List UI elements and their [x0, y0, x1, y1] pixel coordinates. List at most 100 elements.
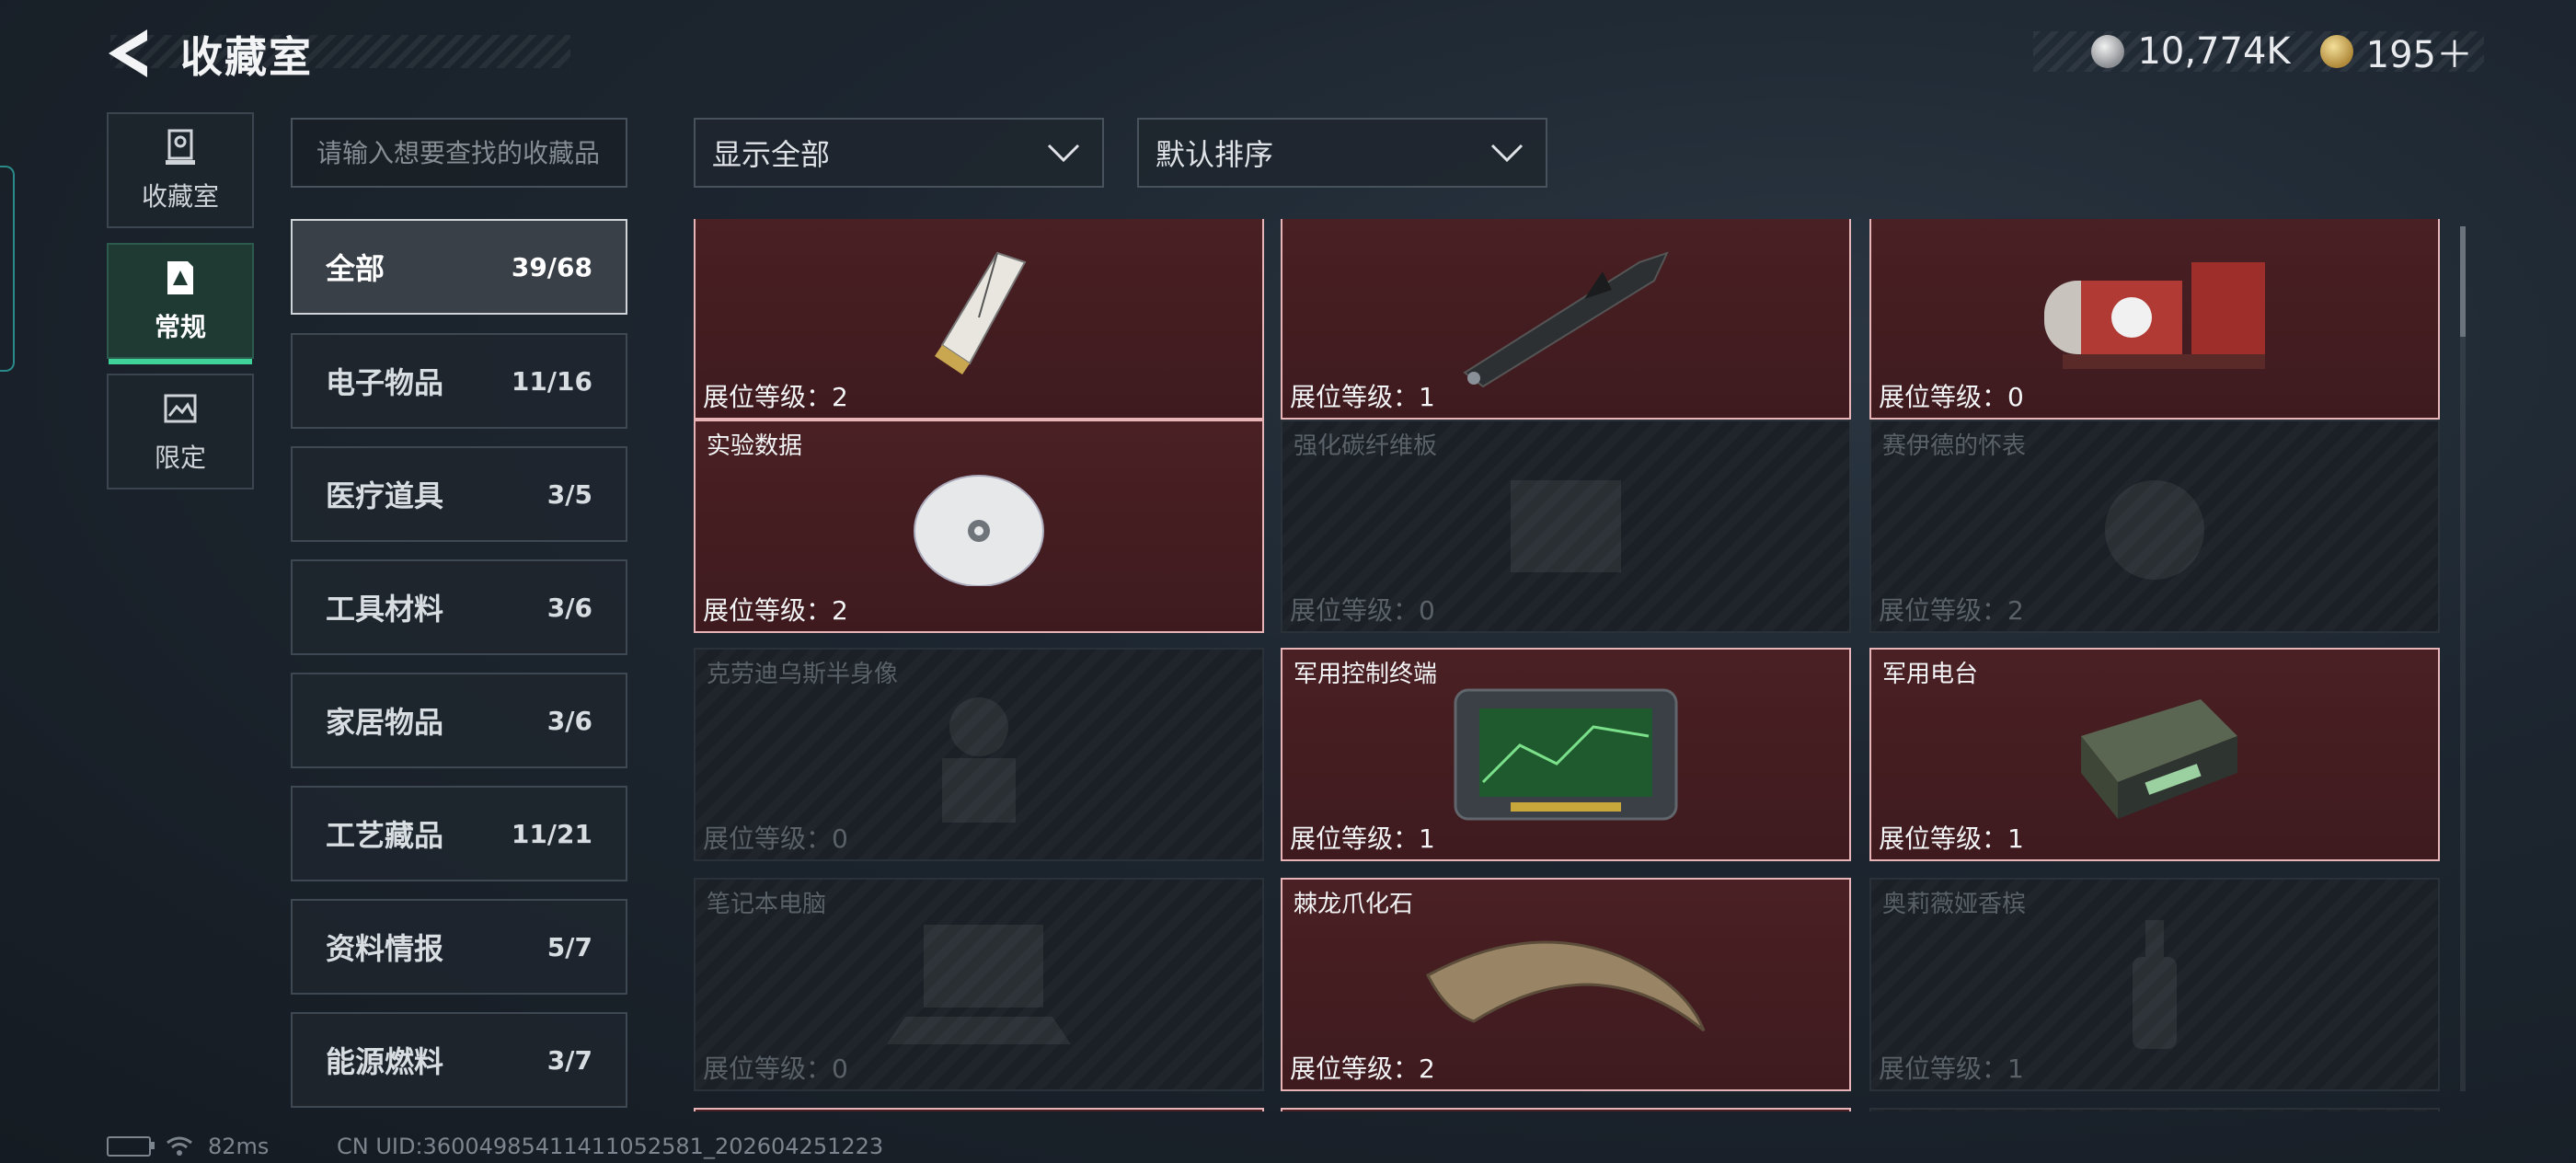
collectible-name: 实验数据: [707, 432, 803, 460]
collectible-card[interactable]: 棘龙爪化石 展位等级：2: [1281, 878, 1851, 1091]
collectible-level: 展位等级：1: [1290, 823, 1435, 854]
category-count: 3/6: [546, 705, 592, 736]
collectible-level: 展位等级：2: [1879, 595, 2024, 626]
collectible-name: 军用控制终端: [1294, 661, 1438, 688]
gold-coin-icon: [2319, 35, 2353, 68]
trophy-icon: [166, 129, 195, 165]
collectible-card[interactable]: 展位等级：0: [1869, 219, 2440, 420]
collectible-name: 笔记本电脑: [707, 891, 827, 918]
collectible-card-locked[interactable]: 奥莉薇娅香槟 展位等级：1: [1869, 878, 2440, 1091]
military-terminal-icon: [1454, 688, 1678, 821]
category-count: 11/21: [511, 818, 592, 849]
champagne-bottle-icon: [2133, 920, 2177, 1049]
collectible-name: 棘龙爪化石: [1294, 891, 1414, 918]
collectible-card-locked[interactable]: 克劳迪乌斯半身像 展位等级：0: [694, 648, 1264, 861]
category-count: 39/68: [511, 251, 592, 282]
limited-image-icon: [164, 394, 197, 423]
collectible-card-locked[interactable]: 强化碳纤维板 展位等级：0: [1281, 420, 1851, 633]
category-intel[interactable]: 资料情报 5/7: [291, 899, 627, 995]
back-arrow-icon: [109, 29, 147, 77]
usb-drive-icon: [935, 251, 1027, 374]
ping-value: 82ms: [208, 1134, 270, 1159]
currency-bar: 10,774K 195＋: [2033, 30, 2484, 76]
category-name: 能源燃料: [326, 1044, 444, 1079]
silver-coin-icon: [2091, 35, 2125, 68]
category-name: 工具材料: [326, 592, 444, 627]
search-input[interactable]: [291, 118, 627, 188]
battery-icon: [107, 1136, 155, 1157]
collectible-level: 展位等级：1: [1879, 823, 2024, 854]
collectible-card[interactable]: 展位等级：1: [1281, 219, 1851, 420]
user-uid: CN UID:36004985411411052581_202604251223: [337, 1134, 884, 1159]
collectible-grid: 展位等级：2 展位等级：1 展位等级：0 实验数据 展位等级：2 强化碳纤维板 …: [692, 219, 2458, 1111]
collectible-card[interactable]: 军用控制终端 展位等级：1: [1281, 648, 1851, 861]
category-count: 3/5: [546, 478, 592, 510]
grid-scrollbar[interactable]: [2460, 226, 2466, 1091]
category-count: 11/16: [511, 365, 592, 397]
category-tools[interactable]: 工具材料 3/6: [291, 559, 627, 655]
red-generator-icon: [2044, 262, 2265, 369]
collectible-card[interactable]: [1281, 1108, 1851, 1111]
left-edge-handle[interactable]: [0, 166, 15, 372]
category-name: 工艺藏品: [326, 818, 444, 853]
category-name: 电子物品: [326, 365, 444, 400]
category-household[interactable]: 家居物品 3/6: [291, 673, 627, 768]
pocket-watch-icon: [2105, 480, 2204, 580]
collectible-name: 克劳迪乌斯半身像: [707, 661, 899, 688]
missile-icon: [1463, 251, 1669, 388]
collectible-name: 奥莉薇娅香槟: [1882, 891, 2027, 918]
collection-card-icon: [167, 261, 193, 294]
collectible-card[interactable]: 军用电台 展位等级：1: [1869, 648, 2440, 861]
sort-dropdown[interactable]: 默认排序: [1137, 118, 1547, 188]
gold-currency-value[interactable]: 195＋: [2366, 25, 2473, 78]
collectible-level: 展位等级：0: [703, 823, 848, 854]
claw-fossil-icon: [1426, 940, 1706, 1032]
collectible-level: 展位等级：2: [1290, 1054, 1435, 1084]
silver-currency-value: 10,774K: [2137, 30, 2291, 73]
side-tab-collection-room[interactable]: 收藏室: [107, 112, 254, 228]
chevron-down-icon: [1047, 144, 1080, 163]
wifi-icon: [167, 1136, 192, 1156]
collectible-level: 展位等级：1: [1290, 382, 1435, 412]
side-tab-label: 常规: [154, 312, 206, 342]
collectible-card[interactable]: 展位等级：2: [694, 219, 1264, 420]
laptop-icon: [887, 925, 1071, 1044]
category-name: 家居物品: [326, 705, 444, 740]
side-tab-regular[interactable]: 常规: [107, 243, 254, 364]
status-bar: 82ms: [107, 1134, 269, 1159]
category-name: 全部: [326, 251, 385, 286]
chevron-down-icon: [1490, 144, 1524, 163]
side-tab-limited[interactable]: 限定: [107, 374, 254, 489]
collectible-level: 展位等级：0: [1879, 382, 2024, 412]
collectible-name: 赛伊德的怀表: [1882, 432, 2027, 460]
collectible-level: 展位等级：2: [703, 595, 848, 626]
category-medical[interactable]: 医疗道具 3/5: [291, 446, 627, 542]
category-energy[interactable]: 能源燃料 3/7: [291, 1012, 627, 1108]
collectible-level: 展位等级：1: [1879, 1054, 2024, 1084]
category-name: 医疗道具: [326, 478, 444, 513]
collectible-level: 展位等级：2: [703, 382, 848, 412]
category-all[interactable]: 全部 39/68: [291, 219, 627, 315]
sort-value: 默认排序: [1156, 137, 1274, 172]
display-filter-value: 显示全部: [712, 137, 831, 172]
collectible-card[interactable]: 实验数据 展位等级：2: [694, 420, 1264, 633]
collectible-level: 展位等级：0: [703, 1054, 848, 1084]
collectible-card[interactable]: [694, 1108, 1264, 1111]
collectible-level: 展位等级：0: [1290, 595, 1435, 626]
category-count: 3/6: [546, 592, 592, 623]
military-radio-icon: [2081, 699, 2237, 819]
category-electronics[interactable]: 电子物品 11/16: [291, 333, 627, 429]
collectible-name: 强化碳纤维板: [1294, 432, 1438, 460]
collectible-card-locked[interactable]: [1869, 1108, 2440, 1111]
collectible-card-locked[interactable]: 笔记本电脑 展位等级：0: [694, 878, 1264, 1091]
back-button[interactable]: [103, 24, 158, 83]
collectible-card-locked[interactable]: 赛伊德的怀表 展位等级：2: [1869, 420, 2440, 633]
category-count: 5/7: [546, 931, 592, 962]
bust-icon: [942, 697, 1016, 823]
scroll-thumb[interactable]: [2460, 226, 2466, 337]
side-tab-label: 限定: [154, 443, 206, 473]
collectible-name: 军用电台: [1882, 661, 1979, 688]
category-crafts[interactable]: 工艺藏品 11/21: [291, 786, 627, 881]
side-tab-label: 收藏室: [141, 181, 219, 212]
display-filter-dropdown[interactable]: 显示全部: [694, 118, 1104, 188]
